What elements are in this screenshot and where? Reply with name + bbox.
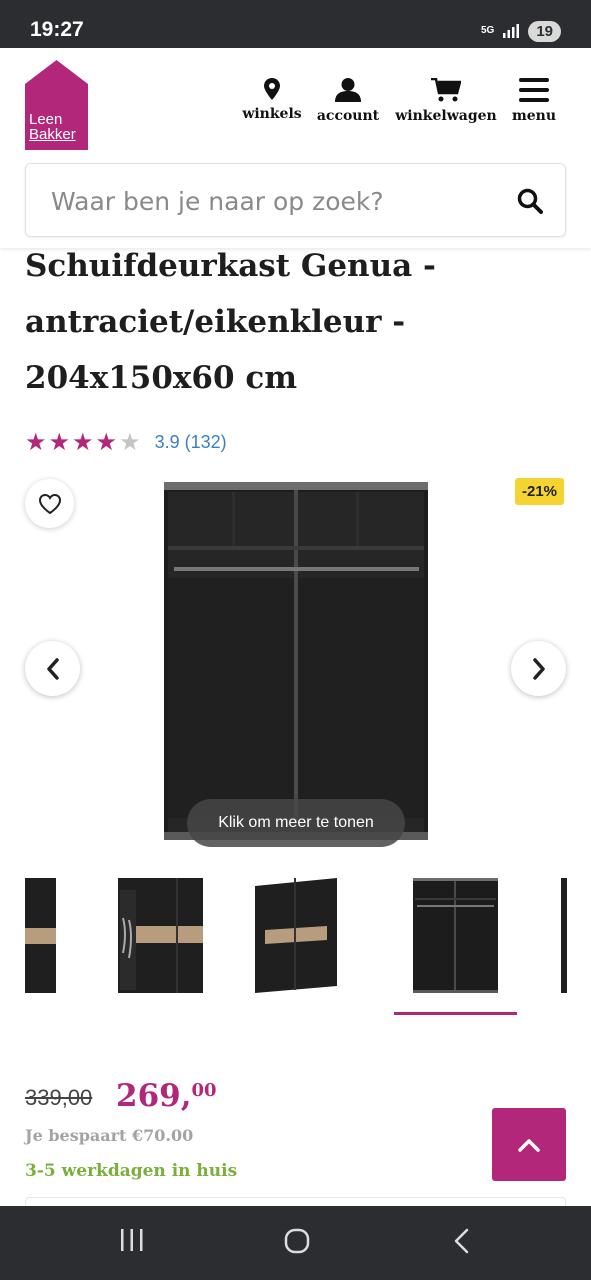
star-empty-icon: ★ bbox=[119, 428, 141, 456]
logo-text: Leen Bakker bbox=[29, 111, 76, 143]
status-icons: 5G 19 bbox=[481, 19, 561, 43]
leen-bakker-logo[interactable]: Leen Bakker bbox=[25, 60, 88, 150]
signal-icon bbox=[503, 24, 520, 38]
star-icon: ★ bbox=[48, 428, 71, 456]
current-price: 269,00 bbox=[116, 1078, 217, 1114]
site-header: Leen Bakker winkels account winkelwagen bbox=[0, 48, 591, 248]
system-nav-bar bbox=[0, 1206, 591, 1280]
hamburger-icon bbox=[519, 78, 549, 102]
network-label: 5G bbox=[480, 25, 495, 36]
back-icon[interactable] bbox=[452, 1228, 472, 1254]
nav-label-winkelwagen: winkelwagen bbox=[395, 108, 497, 124]
old-price: 339,00 bbox=[25, 1085, 93, 1110]
nav-winkelwagen[interactable]: winkelwagen bbox=[392, 78, 500, 124]
location-pin-icon bbox=[264, 78, 280, 100]
nav-winkels[interactable]: winkels bbox=[241, 78, 303, 122]
show-more-tooltip[interactable]: Klik om meer te tonen bbox=[187, 799, 405, 847]
product-image-wardrobe-open[interactable] bbox=[164, 482, 428, 840]
thumbnail-image[interactable] bbox=[255, 878, 337, 993]
nav-label-winkels: winkels bbox=[242, 106, 302, 122]
heart-icon bbox=[38, 493, 61, 514]
star-icon: ★ bbox=[95, 428, 118, 456]
status-bar: 19:27 5G 19 bbox=[0, 0, 591, 48]
nav-account[interactable]: account bbox=[316, 78, 380, 124]
next-image-button[interactable] bbox=[511, 641, 566, 696]
product-gallery: -21% Klik om meer te tonen bbox=[0, 470, 591, 860]
recent-apps-icon[interactable] bbox=[119, 1228, 145, 1252]
star-icon: ★ bbox=[25, 428, 47, 456]
star-icon: ★ bbox=[72, 428, 94, 456]
price-main: 269, bbox=[116, 1078, 192, 1114]
thumbnail-image-selected[interactable] bbox=[413, 878, 498, 993]
rating-text[interactable]: 3.9 (132) bbox=[155, 432, 227, 453]
prev-image-button[interactable] bbox=[25, 641, 80, 696]
thumbnail-image[interactable] bbox=[118, 878, 203, 993]
cart-icon bbox=[431, 78, 461, 102]
thumbnail-strip bbox=[0, 878, 591, 1018]
chevron-up-icon bbox=[518, 1138, 540, 1152]
price-cents: 00 bbox=[191, 1080, 217, 1101]
home-icon[interactable] bbox=[284, 1228, 310, 1254]
selected-thumbnail-indicator bbox=[394, 1012, 517, 1015]
delivery-text: 3-5 werkdagen in huis bbox=[25, 1161, 238, 1181]
search-icon[interactable] bbox=[517, 188, 543, 214]
savings-text: Je bespaart €70.00 bbox=[25, 1126, 194, 1145]
search-bar bbox=[25, 163, 566, 237]
thumbnail-image[interactable] bbox=[561, 878, 567, 993]
wishlist-button[interactable] bbox=[25, 479, 74, 528]
scroll-to-top-button[interactable] bbox=[492, 1108, 566, 1181]
nav-label-menu: menu bbox=[511, 108, 557, 124]
status-time: 19:27 bbox=[30, 18, 84, 41]
thumbnail-image[interactable] bbox=[25, 878, 56, 993]
product-title: Schuifdeurkast Genua - antraciet/eikenkl… bbox=[25, 248, 436, 396]
search-input[interactable] bbox=[51, 184, 491, 218]
nav-label-account: account bbox=[316, 108, 380, 124]
battery-indicator: 19 bbox=[528, 20, 561, 42]
discount-badge: -21% bbox=[515, 478, 565, 505]
product-rating[interactable]: ★ ★ ★ ★ ★ 3.9 (132) bbox=[25, 429, 227, 455]
chevron-left-icon bbox=[46, 657, 59, 680]
nav-menu[interactable]: menu bbox=[511, 78, 557, 124]
chevron-right-icon bbox=[532, 657, 545, 680]
user-icon bbox=[335, 78, 361, 102]
